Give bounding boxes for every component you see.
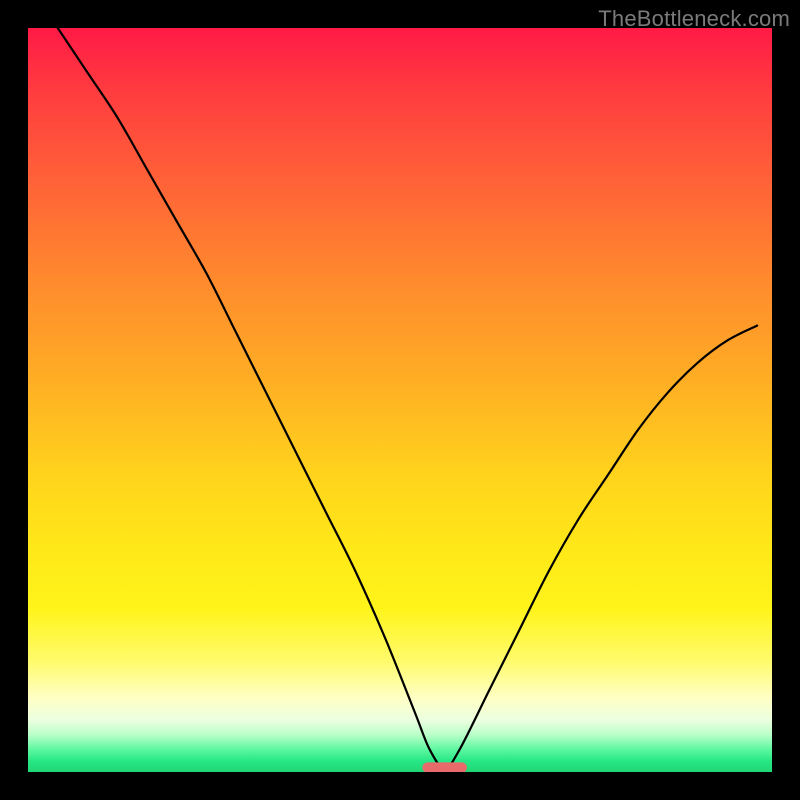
plot-area — [28, 28, 772, 772]
chart-svg — [28, 28, 772, 772]
curve-line — [58, 28, 757, 768]
curve-group — [58, 28, 757, 772]
watermark-text: TheBottleneck.com — [598, 6, 790, 32]
outer-frame: TheBottleneck.com — [0, 0, 800, 800]
minimum-marker — [422, 762, 467, 772]
